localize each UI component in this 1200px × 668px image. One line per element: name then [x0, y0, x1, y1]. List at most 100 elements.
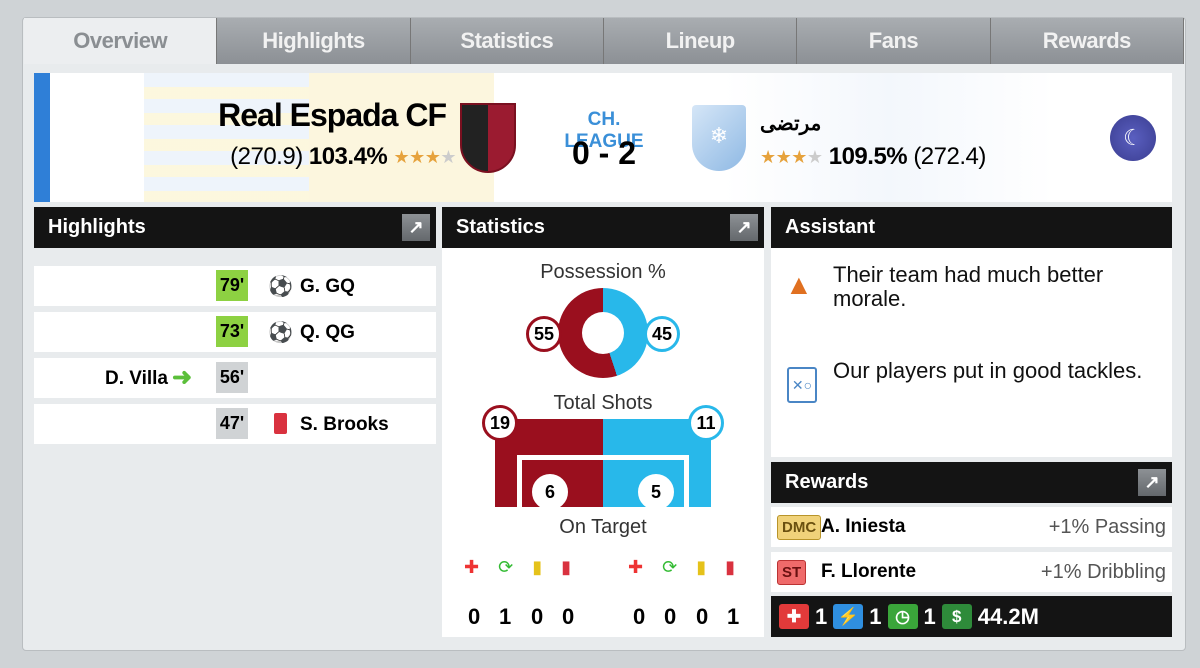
home-shots-value: 19: [482, 405, 518, 441]
injury-icon: ✚: [628, 557, 644, 577]
tab-overview[interactable]: Overview: [24, 18, 218, 64]
tab-lineup[interactable]: Lineup: [603, 18, 798, 64]
tab-fans[interactable]: Fans: [797, 18, 991, 64]
medical-icon: ✚: [779, 604, 809, 629]
yellow-card-icon: ▮: [532, 557, 543, 577]
possession-donut: [558, 288, 648, 378]
away-team-strength: ★★★★ 109.5% (272.4): [760, 143, 986, 171]
away-flag-background: [724, 73, 1054, 202]
player-name: A. Iniesta: [821, 516, 906, 537]
away-subs: 0: [664, 604, 677, 629]
minute-badge: 47': [216, 408, 248, 439]
home-possession-value: 55: [526, 316, 562, 352]
minute-badge: 79': [216, 270, 248, 301]
home-crest-icon: [460, 103, 516, 173]
away-rating: (272.4): [913, 143, 986, 170]
away-red: 1: [727, 604, 740, 629]
away-team-name[interactable]: مرتضى: [760, 111, 821, 136]
home-event-icons: ✚ ⟳ ▮ ▮: [464, 557, 571, 578]
home-team-name[interactable]: Real Espada CF: [218, 97, 447, 134]
position-badge: DMC: [777, 515, 822, 540]
player-name: G. GQ: [300, 276, 355, 297]
expand-icon[interactable]: ↗: [730, 214, 758, 241]
player-name: D. Villa: [104, 368, 168, 389]
training-cone-icon: ▲: [785, 269, 813, 300]
home-color-bar: [34, 73, 50, 202]
highlights-header: Highlights ↗: [34, 207, 436, 248]
away-percent: 109.5%: [828, 143, 908, 170]
rewards-header: Rewards ↗: [771, 462, 1172, 503]
possession-label: Possession %: [540, 261, 666, 283]
home-on-target-value: 6: [532, 474, 568, 510]
assistant-panel: Assistant ▲ Their team had much better m…: [771, 207, 1172, 457]
reward-row[interactable]: ST F. Llorente +1% Dribbling: [771, 552, 1172, 592]
away-shots-value: 11: [688, 405, 724, 441]
list-item[interactable]: D. Villa ➜ 56': [34, 358, 436, 398]
away-crest-icon: ❄: [692, 105, 746, 171]
substitution-icon: ⟳: [662, 557, 678, 577]
red-card-icon: ▮: [561, 557, 572, 577]
reward-bonus: +1% Dribbling: [1040, 561, 1166, 583]
ball-icon: ⚽: [268, 276, 293, 298]
injury-icon: ✚: [464, 557, 480, 577]
red-card-icon: [274, 413, 287, 434]
reward-items-bar: ✚ 1 ⚡ 1 ◷ 1 $44.2M: [771, 596, 1172, 637]
tab-bar: Overview Highlights Statistics Lineup Fa…: [24, 18, 1184, 64]
minute-badge: 73': [216, 316, 248, 347]
home-flag-background: [144, 73, 309, 202]
highlights-title: Highlights: [48, 216, 146, 238]
away-possession-value: 45: [644, 316, 680, 352]
highlights-panel: Highlights ↗ 79' ⚽ G. GQ 73' ⚽ Q. QG D. Villa…: [34, 207, 436, 444]
energy-icon: ⚡: [833, 604, 864, 629]
assistant-tip: Their team had much better morale.: [833, 262, 1104, 311]
statistics-panel: Statistics ↗ Possession % 55 45 Total Sho…: [442, 207, 764, 637]
score: 0 - 2: [571, 135, 637, 171]
statistics-header: Statistics ↗: [442, 207, 764, 248]
player-name: S. Brooks: [300, 414, 389, 435]
away-injuries: 0: [633, 604, 646, 629]
substitution-arrow-icon: ➜: [172, 364, 193, 391]
home-red: 0: [562, 604, 575, 629]
rewards-title: Rewards: [785, 471, 869, 493]
rewards-panel: Rewards ↗ DMC A. Iniesta +1% Passing ST F. L…: [771, 462, 1172, 592]
home-percent: 103.4%: [308, 143, 388, 170]
tab-highlights[interactable]: Highlights: [217, 18, 411, 64]
yellow-card-icon: ▮: [696, 557, 707, 577]
player-name: Q. QG: [300, 322, 355, 343]
ball-icon: ⚽: [268, 322, 293, 344]
assistant-title: Assistant: [785, 216, 876, 238]
tab-statistics[interactable]: Statistics: [410, 18, 604, 64]
substitution-icon: ⟳: [498, 557, 514, 577]
home-yellow: 0: [531, 604, 544, 629]
medical-count: 1: [815, 603, 828, 629]
away-yellow: 0: [696, 604, 709, 629]
reward-bonus: +1% Passing: [1048, 516, 1166, 538]
tactics-board-icon: ✕○: [787, 367, 817, 403]
list-item[interactable]: 47' S. Brooks: [34, 404, 436, 444]
list-item[interactable]: 73' ⚽ Q. QG: [34, 312, 436, 352]
expand-icon[interactable]: ↗: [402, 214, 430, 241]
position-badge: ST: [777, 560, 807, 585]
away-on-target-value: 5: [638, 474, 674, 510]
statistics-title: Statistics: [456, 216, 545, 238]
time-count: 1: [923, 603, 936, 629]
on-target-label: On Target: [559, 516, 647, 538]
night-rain-icon[interactable]: ☾: [1110, 115, 1156, 161]
red-card-icon: ▮: [725, 557, 736, 577]
home-rating: (270.9): [230, 143, 303, 170]
home-team-strength: (270.9) 103.4% ★★★★: [230, 143, 456, 171]
home-injuries: 0: [468, 604, 481, 629]
home-stars-icon: ★★★★: [393, 147, 456, 168]
list-item[interactable]: 79' ⚽ G. GQ: [34, 266, 436, 306]
expand-icon[interactable]: ↗: [1138, 469, 1166, 496]
home-subs: 1: [499, 604, 512, 629]
player-name: F. Llorente: [821, 561, 917, 582]
money-amount: 44.2M: [977, 603, 1039, 629]
energy-count: 1: [869, 603, 882, 629]
money-icon: $: [941, 604, 972, 629]
assistant-header: Assistant: [771, 207, 1172, 248]
tab-rewards[interactable]: Rewards: [990, 18, 1184, 64]
away-event-icons: ✚ ⟳ ▮ ▮: [628, 557, 735, 578]
minute-badge: 56': [216, 362, 248, 393]
reward-row[interactable]: DMC A. Iniesta +1% Passing: [771, 507, 1172, 547]
